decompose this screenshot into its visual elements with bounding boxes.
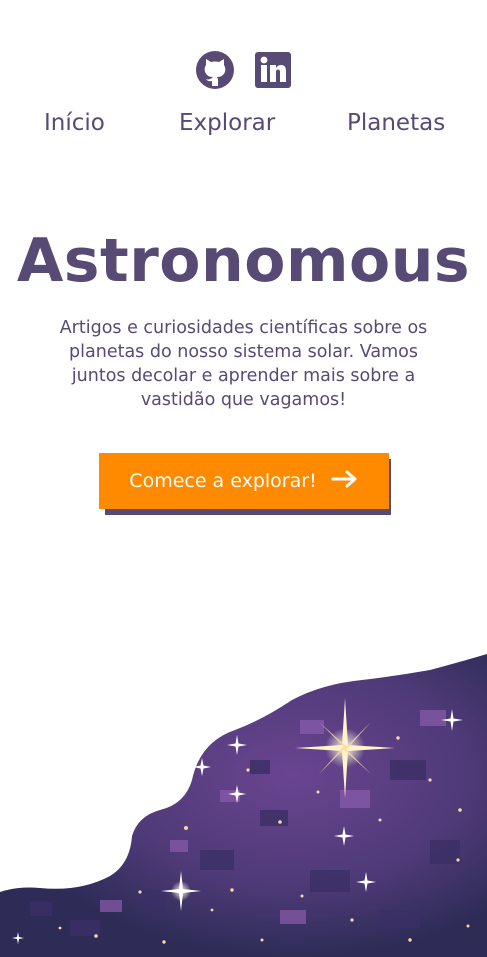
github-icon[interactable]	[195, 50, 235, 90]
nav-link-explorar[interactable]: Explorar	[179, 110, 275, 136]
nav-link-inicio[interactable]: Início	[44, 110, 105, 136]
social-links	[0, 50, 487, 90]
linkedin-icon[interactable]	[253, 50, 293, 90]
arrow-right-icon	[331, 469, 359, 494]
nav-link-planetas[interactable]: Planetas	[347, 110, 445, 136]
start-exploring-button[interactable]: Comece a explorar!	[99, 453, 389, 509]
cta-container: Comece a explorar!	[99, 453, 391, 515]
galaxy-illustration	[0, 654, 487, 957]
cta-label: Comece a explorar!	[129, 470, 317, 492]
hero-title: Astronomous	[16, 226, 471, 296]
hero-description: Artigos e curiosidades científicas sobre…	[59, 318, 428, 410]
